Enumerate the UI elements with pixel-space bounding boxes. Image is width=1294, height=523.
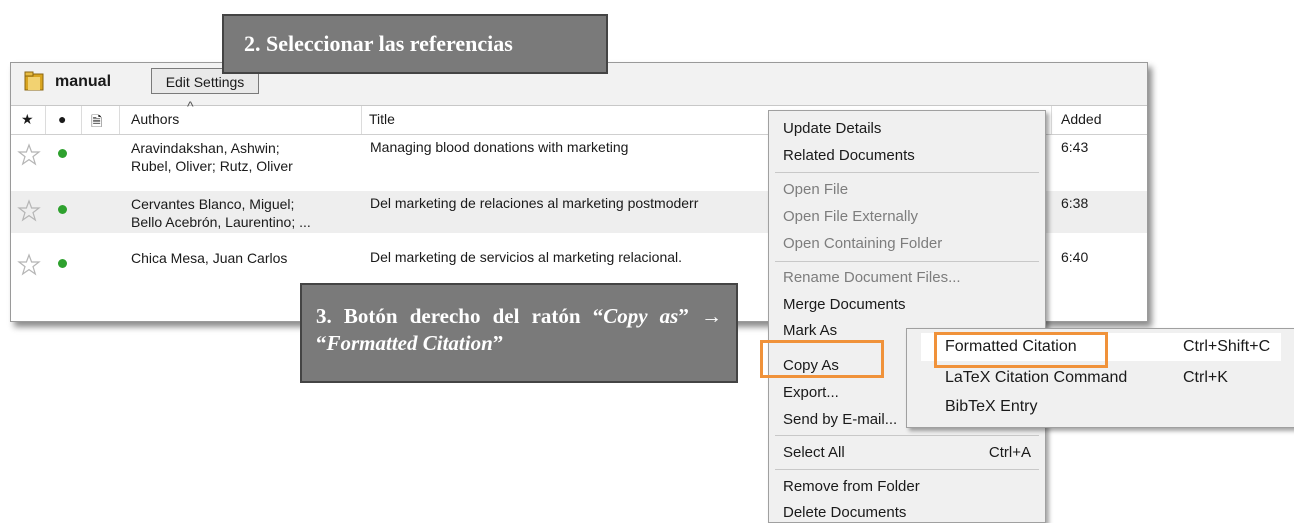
added-column-header[interactable]: Added [1061,111,1101,127]
authors-column-header[interactable]: Authors [131,111,179,127]
step2-callout: 2. Seleccionar las referencias [222,14,608,74]
unread-dot-icon[interactable] [58,205,67,214]
title-column-header[interactable]: Title [369,111,395,127]
added-cell: 6:38 [1061,195,1089,211]
authors-cell: Aravindakshan, Ashwin; Rubel, Oliver; Rut… [131,140,293,174]
menu-item-rename-document-files[interactable]: Rename Document Files... [783,269,961,286]
title-cell: Del marketing de servicios al marketing … [370,249,683,265]
favorite-column-header[interactable]: ★ [21,111,34,128]
menu-item-merge-documents[interactable]: Merge Documents [783,296,906,313]
title-cell: Del marketing de relaciones al marketing… [370,195,699,211]
latex-citation-shortcut: Ctrl+K [1183,369,1228,386]
folder-icon [24,71,44,91]
menu-item-delete-documents[interactable]: Delete Documents [783,504,906,521]
submenu-item-bibtex-entry[interactable]: BibTeX Entry [945,398,1037,416]
context-menu: Update Details Related Documents Open Fi… [768,110,1046,523]
added-cell: 6:43 [1061,139,1089,155]
submenu-item-latex-citation[interactable]: LaTeX Citation Command [945,369,1127,387]
menu-item-export[interactable]: Export... [783,384,839,401]
sort-ascending-icon: ^ [187,98,194,114]
authors-cell: Chica Mesa, Juan Carlos [131,250,288,266]
menu-item-mark-as[interactable]: Mark As [783,322,837,339]
added-cell: 6:40 [1061,249,1089,265]
folder-name: manual [55,73,112,90]
step3-callout: 3. Botón derecho del ratón “Copy as” → “… [300,283,738,383]
unread-dot-icon[interactable] [58,259,67,268]
menu-item-open-file[interactable]: Open File [783,181,848,198]
authors-cell: Cervantes Blanco, Miguel; Bello Acebrón, … [131,196,311,230]
menu-item-remove-from-folder[interactable]: Remove from Folder [783,478,920,495]
formatted-citation-shortcut: Ctrl+Shift+C [1183,338,1271,355]
unread-dot-icon[interactable] [58,149,67,158]
menu-item-send-by-email[interactable]: Send by E-mail... [783,411,897,428]
star-outline-icon[interactable] [17,143,41,167]
menu-item-related-documents[interactable]: Related Documents [783,147,915,164]
star-outline-icon[interactable] [17,253,41,277]
select-all-shortcut: Ctrl+A [988,444,1031,461]
title-cell: Managing blood donations with marketing [370,139,629,155]
menu-item-open-file-externally[interactable]: Open File Externally [783,208,918,225]
formatted-citation-highlight [934,332,1108,368]
copy-as-highlight [760,340,884,378]
menu-item-select-all[interactable]: Select All [783,444,845,461]
menu-item-open-containing-folder[interactable]: Open Containing Folder [783,235,942,252]
menu-item-update-details[interactable]: Update Details [783,120,881,137]
star-outline-icon[interactable] [17,199,41,223]
read-status-column-header[interactable]: ● [58,111,66,127]
document-icon[interactable]: 🗎 [91,111,102,135]
